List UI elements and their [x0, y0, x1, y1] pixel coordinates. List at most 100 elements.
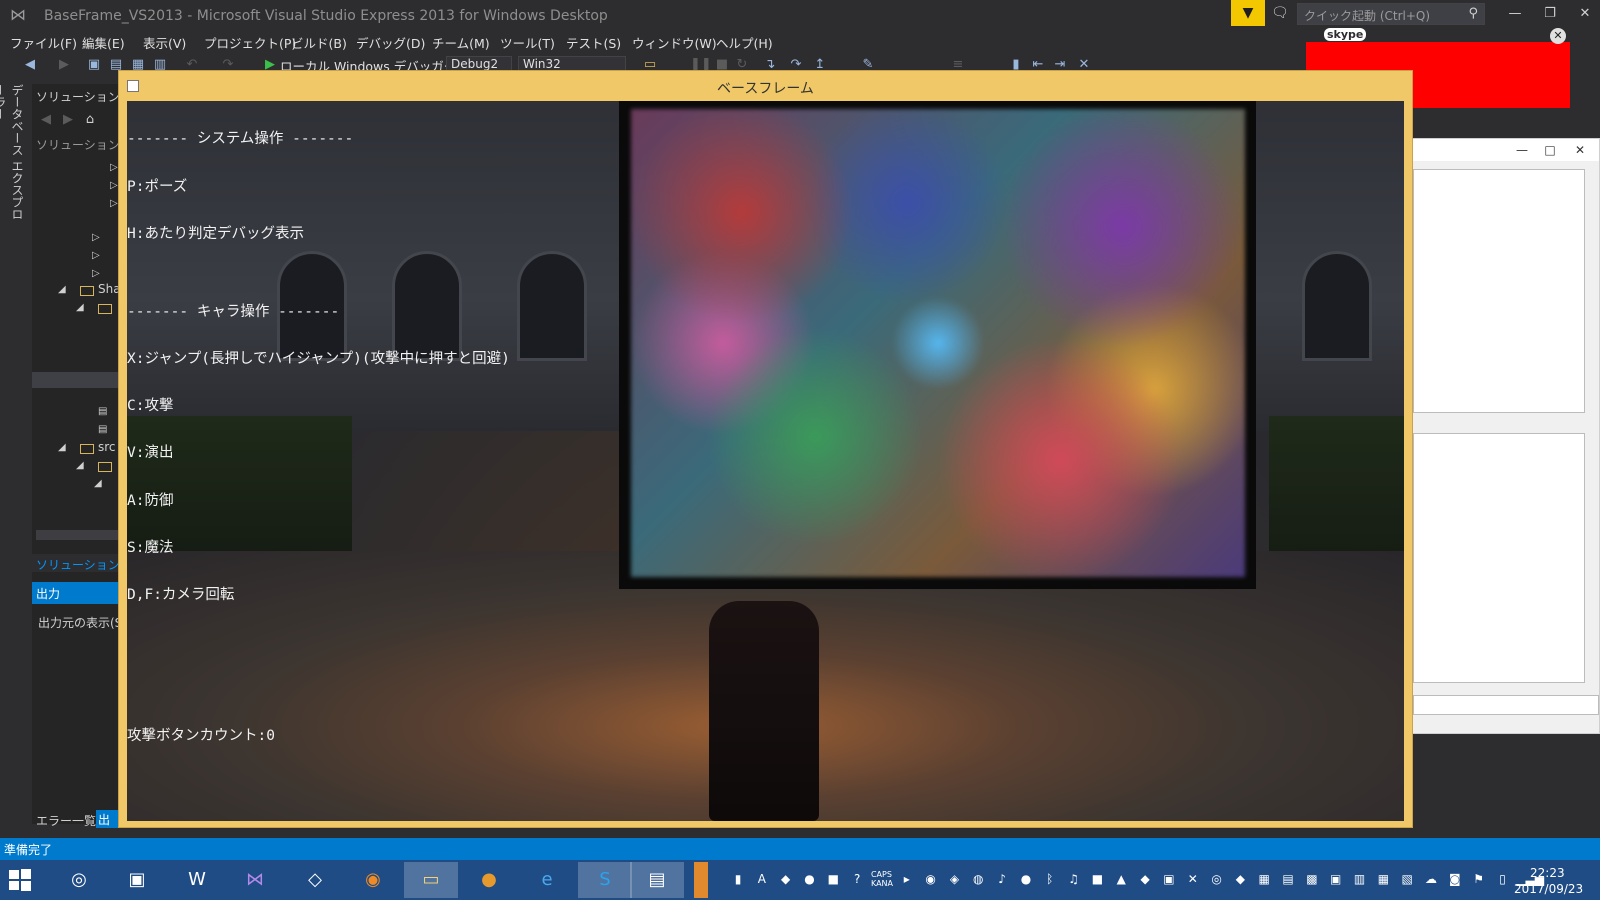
- forward-icon[interactable]: ▶: [60, 112, 76, 128]
- flag-icon[interactable]: ⚑: [1469, 872, 1489, 886]
- home-icon[interactable]: ⌂: [82, 112, 98, 128]
- notification-bar[interactable]: [694, 862, 708, 898]
- tray-icon[interactable]: ◆: [1230, 872, 1250, 886]
- menu-edit[interactable]: 編集(E): [82, 33, 125, 52]
- tab-error-list[interactable]: エラー一覧: [36, 812, 96, 829]
- tray-icon[interactable]: ▧: [1397, 872, 1417, 886]
- menu-debug[interactable]: デバッグ(D): [356, 33, 425, 52]
- expand-arrow-icon[interactable]: ▷: [92, 268, 100, 279]
- windows-start-icon[interactable]: [8, 868, 32, 892]
- volume-icon[interactable]: ♫: [1064, 872, 1084, 886]
- menu-help[interactable]: ヘルプ(H): [716, 33, 773, 52]
- help-icon[interactable]: ?: [847, 872, 867, 886]
- horizontal-scrollbar[interactable]: [36, 530, 122, 540]
- minimize-button[interactable]: —: [1509, 141, 1535, 159]
- unity-icon[interactable]: ◇: [288, 862, 342, 898]
- tray-icon[interactable]: ▩: [1302, 872, 1322, 886]
- back-icon[interactable]: ◀: [22, 57, 38, 73]
- tray-icon[interactable]: ●: [1016, 872, 1036, 886]
- restore-button[interactable]: ❐: [1535, 4, 1565, 24]
- menu-team[interactable]: チーム(M): [432, 33, 490, 52]
- tray-icon[interactable]: ■: [823, 872, 843, 886]
- new-project-icon[interactable]: ▣: [86, 57, 102, 73]
- menu-window[interactable]: ウィンドウ(W): [632, 33, 717, 52]
- player-character: [709, 601, 819, 821]
- expand-arrow-icon[interactable]: ▷: [110, 180, 118, 191]
- skype-message-input[interactable]: [1413, 695, 1599, 715]
- tray-icon[interactable]: ▮: [728, 872, 748, 886]
- cd-drive-icon[interactable]: ◎: [52, 862, 106, 898]
- building-window: [1302, 251, 1372, 361]
- internet-explorer-icon[interactable]: e: [520, 862, 574, 898]
- forward-icon[interactable]: ▶: [56, 57, 72, 73]
- file-explorer-icon[interactable]: ▭: [404, 862, 458, 898]
- bluetooth-icon[interactable]: ᛒ: [1040, 872, 1060, 886]
- security-icon[interactable]: ◍: [968, 872, 988, 886]
- collapse-arrow-icon[interactable]: ◢: [76, 302, 84, 313]
- quick-launch-input[interactable]: クイック起動 (Ctrl+Q) ⚲: [1297, 3, 1485, 25]
- tray-icon[interactable]: ▸: [897, 872, 917, 886]
- menu-view[interactable]: 表示(V): [143, 33, 186, 52]
- skype-upper-pane[interactable]: [1413, 169, 1585, 413]
- collapse-arrow-icon[interactable]: ◢: [94, 478, 102, 489]
- tray-icon[interactable]: ◙: [1445, 872, 1465, 886]
- collapse-arrow-icon[interactable]: ◢: [76, 460, 84, 471]
- maximize-button[interactable]: □: [1537, 141, 1563, 159]
- tray-icon[interactable]: ▲: [1111, 872, 1131, 886]
- tray-icon[interactable]: ▣: [1326, 872, 1346, 886]
- game-window-task-icon[interactable]: ▤: [630, 862, 684, 898]
- menu-build[interactable]: ビルド(B): [291, 33, 347, 52]
- tab-output[interactable]: 出力: [96, 810, 120, 828]
- menu-tools[interactable]: ツール(T): [500, 33, 555, 52]
- tray-icon[interactable]: ▦: [1373, 872, 1393, 886]
- clock-time[interactable]: 22:23: [1530, 866, 1565, 880]
- output-panel-header[interactable]: 出力: [32, 582, 122, 604]
- line-icon[interactable]: ◉: [921, 872, 941, 886]
- visual-studio-icon[interactable]: ⋈: [228, 862, 282, 898]
- collapse-arrow-icon[interactable]: ◢: [58, 284, 66, 295]
- speaker-icon[interactable]: ♪: [992, 872, 1012, 886]
- tray-icon[interactable]: ◆: [1135, 872, 1155, 886]
- collapse-arrow-icon[interactable]: ◢: [58, 442, 66, 453]
- minimize-button[interactable]: —: [1500, 4, 1530, 24]
- tray-icon[interactable]: ■: [1087, 872, 1107, 886]
- database-explorer-tab[interactable]: データベース エクスプローラー: [0, 84, 26, 224]
- tree-selection-row[interactable]: [32, 372, 122, 388]
- app-icon[interactable]: ●: [462, 862, 516, 898]
- wikipedia-app-icon[interactable]: W: [170, 862, 224, 898]
- battery-icon[interactable]: ▯: [1493, 872, 1513, 886]
- expand-arrow-icon[interactable]: ▷: [92, 250, 100, 261]
- game-viewport[interactable]: ------- システム操作 ------- P:ポーズ H:あたり判定デバッグ…: [127, 101, 1404, 821]
- skype-icon[interactable]: S: [578, 862, 632, 898]
- tray-icon[interactable]: ✕: [1183, 872, 1203, 886]
- clock-date[interactable]: 2017/09/23: [1514, 882, 1583, 896]
- tray-icon[interactable]: ●: [799, 872, 819, 886]
- tray-icon[interactable]: ▥: [1350, 872, 1370, 886]
- search-icon[interactable]: ⚲: [1468, 6, 1478, 21]
- menu-project[interactable]: プロジェクト(P): [204, 33, 296, 52]
- notification-filter-icon[interactable]: ▼: [1231, 0, 1265, 26]
- skype-lower-pane[interactable]: [1413, 433, 1585, 683]
- antivirus-icon[interactable]: ◈: [944, 872, 964, 886]
- tray-icon[interactable]: ▣: [1159, 872, 1179, 886]
- menu-test[interactable]: テスト(S): [566, 33, 621, 52]
- feedback-icon[interactable]: 🗨: [1271, 5, 1291, 23]
- close-button[interactable]: ✕: [1570, 4, 1600, 24]
- back-icon[interactable]: ◀: [38, 112, 54, 128]
- tray-icon[interactable]: ◎: [1207, 872, 1227, 886]
- tray-icon[interactable]: ▦: [1254, 872, 1274, 886]
- tray-icon[interactable]: ◆: [776, 872, 796, 886]
- expand-arrow-icon[interactable]: ▷: [110, 198, 118, 209]
- cloud-icon[interactable]: ☁: [1421, 872, 1441, 886]
- expand-arrow-icon[interactable]: ▷: [92, 232, 100, 243]
- close-button[interactable]: ✕: [1567, 141, 1593, 159]
- close-icon[interactable]: ✕: [1550, 28, 1566, 44]
- blender-icon[interactable]: ◉: [346, 862, 400, 898]
- game-app-icon[interactable]: ▣: [110, 862, 164, 898]
- expand-arrow-icon[interactable]: ▷: [110, 162, 118, 173]
- ime-icon[interactable]: A: [752, 872, 772, 886]
- kana-indicator: KANA: [870, 879, 894, 888]
- tree-item-src[interactable]: src: [98, 440, 116, 454]
- menu-file[interactable]: ファイル(F): [10, 33, 77, 52]
- tray-icon[interactable]: ▤: [1278, 872, 1298, 886]
